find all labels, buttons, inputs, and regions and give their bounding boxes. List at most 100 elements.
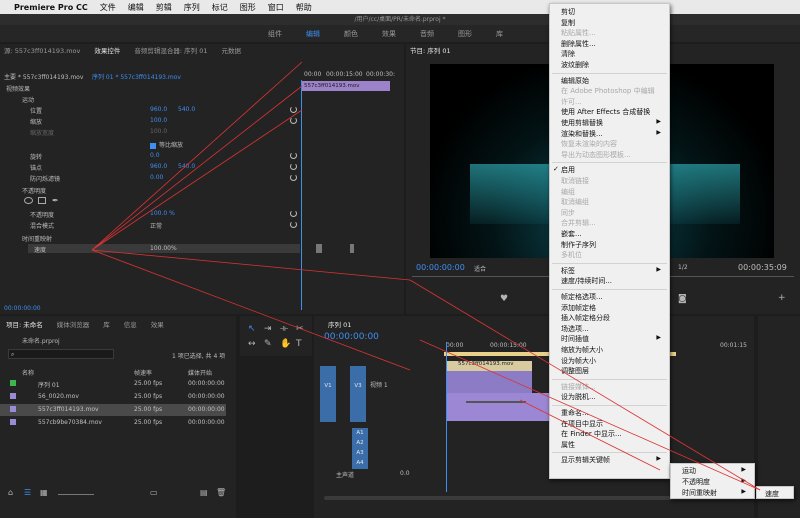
opacity-value[interactable]: 100.0 %: [150, 210, 175, 217]
submenu-time-remap[interactable]: 时间重映射: [682, 488, 717, 498]
table-row[interactable]: 56_0020.mov 25.00 fps 00:00:00:00: [0, 391, 226, 403]
track-select-icon[interactable]: ⇥: [264, 324, 272, 334]
ellipse-mask-icon[interactable]: [24, 197, 33, 204]
new-bin-icon[interactable]: ▭: [150, 488, 158, 497]
new-item-icon[interactable]: ▤: [200, 488, 208, 497]
hand-tool-icon[interactable]: ✋: [280, 339, 291, 349]
context-menu-item[interactable]: 显示剪辑关键帧: [561, 455, 610, 465]
position-x[interactable]: 960.0: [150, 106, 167, 113]
context-menu-item[interactable]: 启用: [561, 165, 575, 175]
context-menu-item[interactable]: 插入帧定格分段: [561, 313, 610, 323]
selection-tool-icon[interactable]: ↖: [248, 324, 256, 334]
master-volume[interactable]: 0.0: [400, 470, 410, 477]
tab-audio-mixer[interactable]: 音频剪辑混合器: 序列 01: [134, 45, 207, 55]
context-menu-item[interactable]: 复制: [561, 18, 575, 28]
submenu-opacity[interactable]: 不透明度: [682, 477, 710, 487]
pen-mask-icon[interactable]: ✒: [52, 196, 59, 205]
context-menu-item[interactable]: 制作子序列: [561, 240, 596, 250]
timeline-clip-video[interactable]: [446, 371, 532, 393]
context-menu-item[interactable]: 取消编组: [561, 197, 589, 207]
app-menu[interactable]: Premiere Pro CC: [14, 3, 88, 12]
context-menu-item[interactable]: 使用剪辑替换: [561, 118, 603, 128]
fit-select[interactable]: 适合: [474, 264, 486, 273]
menu-file[interactable]: 文件: [100, 2, 116, 13]
reset-icon[interactable]: [290, 221, 297, 228]
context-menu-item[interactable]: 合并剪辑...: [561, 218, 596, 228]
tab-program[interactable]: 节目: 序列 01: [410, 45, 451, 55]
reset-icon[interactable]: [290, 163, 297, 170]
icon-view-icon[interactable]: ▦: [40, 488, 48, 497]
context-menu-item[interactable]: 设为脱机...: [561, 392, 596, 402]
type-tool-icon[interactable]: T: [296, 339, 302, 349]
submenu-motion[interactable]: 运动: [682, 466, 696, 476]
context-menu-item[interactable]: 标签: [561, 266, 575, 276]
reset-icon[interactable]: [290, 117, 297, 124]
ripple-edit-icon[interactable]: ⟛: [280, 324, 288, 334]
context-menu-item[interactable]: 删除属性...: [561, 39, 596, 49]
context-menu-item[interactable]: 使用 After Effects 合成替换: [561, 107, 650, 117]
scale-value[interactable]: 100.0: [150, 117, 167, 124]
reset-icon[interactable]: [290, 174, 297, 181]
flicker-value[interactable]: 0.00: [150, 174, 163, 181]
slip-tool-icon[interactable]: ↔: [248, 339, 256, 349]
context-menu-item[interactable]: 属性: [561, 440, 575, 450]
tab-effect-controls[interactable]: 效果控件: [94, 45, 120, 55]
table-row[interactable]: 557cb9be70384.mov 25.00 fps 00:00:00:00: [0, 417, 226, 429]
keyframe-marker[interactable]: [350, 244, 354, 253]
track-a4[interactable]: A4: [352, 458, 368, 469]
context-menu-item[interactable]: 时间插值: [561, 334, 589, 344]
resolution-select[interactable]: 1/2: [678, 264, 688, 271]
anchor-x[interactable]: 960.0: [150, 163, 167, 170]
col-fps[interactable]: 帧速率: [134, 368, 152, 377]
menu-sequence[interactable]: 序列: [184, 2, 200, 13]
tab-info[interactable]: 信息: [124, 319, 137, 329]
context-menu-item[interactable]: 在 Finder 中显示...: [561, 429, 622, 439]
context-menu-item[interactable]: 速度/持续时间...: [561, 276, 612, 286]
blend-select[interactable]: 正常: [150, 221, 162, 230]
context-menu-item[interactable]: 剪切: [561, 7, 575, 17]
ws-effects[interactable]: 效果: [382, 29, 396, 39]
tab-metadata[interactable]: 元数据: [221, 45, 241, 55]
source-patch-v1[interactable]: V1: [320, 366, 336, 422]
context-menu-item[interactable]: 设为帧大小: [561, 356, 596, 366]
context-menu-item[interactable]: 粘贴属性...: [561, 28, 596, 38]
ws-editing[interactable]: 编辑: [306, 29, 320, 39]
col-name[interactable]: 名称: [22, 368, 34, 377]
context-menu-item[interactable]: 场选项...: [561, 324, 589, 334]
track-v3[interactable]: V3: [350, 366, 366, 422]
uniform-scale-check[interactable]: 等比缩放: [150, 140, 183, 149]
tab-project[interactable]: 项目: 未命名: [6, 319, 43, 329]
position-y[interactable]: 540.0: [178, 106, 195, 113]
context-menu-item[interactable]: 恢复未渲染的内容: [561, 139, 617, 149]
context-menu-item[interactable]: 导出为动态图形模板...: [561, 150, 631, 160]
marker-icon[interactable]: ♥: [500, 294, 508, 304]
menu-window[interactable]: 窗口: [268, 2, 284, 13]
fx-opacity[interactable]: 不透明度: [22, 186, 46, 195]
context-menu-item[interactable]: 在 Adobe Photoshop 中编辑: [561, 86, 655, 96]
menu-edit[interactable]: 编辑: [128, 2, 144, 13]
reset-icon[interactable]: [290, 152, 297, 159]
context-menu-item[interactable]: 在项目中显示: [561, 419, 603, 429]
export-frame-icon[interactable]: ◙: [678, 294, 687, 304]
tab-libraries[interactable]: 库: [103, 319, 110, 329]
context-menu-item[interactable]: 多机位: [561, 250, 582, 260]
context-menu-item[interactable]: 添加帧定格: [561, 303, 596, 313]
list-view-icon[interactable]: ☰: [24, 488, 31, 497]
menu-clip[interactable]: 剪辑: [156, 2, 172, 13]
context-menu-item[interactable]: 同步: [561, 208, 575, 218]
ws-graphics[interactable]: 图形: [458, 29, 472, 39]
ws-assembly[interactable]: 组件: [268, 29, 282, 39]
anchor-y[interactable]: 540.0: [178, 163, 195, 170]
context-menu-item[interactable]: 编组: [561, 187, 575, 197]
col-start[interactable]: 媒体开始: [188, 368, 212, 377]
program-timecode[interactable]: 00:00:00:00: [416, 263, 465, 272]
tab-source[interactable]: 源: 557c3ff014193.mov: [4, 45, 80, 55]
fx-time-remap[interactable]: 时间重映射: [22, 234, 52, 243]
table-row[interactable]: 序列 01 25.00 fps 00:00:00:00: [0, 378, 226, 390]
context-menu-item[interactable]: 许可...: [561, 97, 582, 107]
timeline-timecode[interactable]: 00:00:00:00: [324, 332, 379, 342]
menu-marker[interactable]: 标记: [212, 2, 228, 13]
timeline-playhead[interactable]: [446, 342, 447, 492]
project-search-input[interactable]: ⌕: [8, 349, 114, 359]
master-clip-label[interactable]: 主要 * 557c3ff014193.mov: [4, 72, 83, 81]
